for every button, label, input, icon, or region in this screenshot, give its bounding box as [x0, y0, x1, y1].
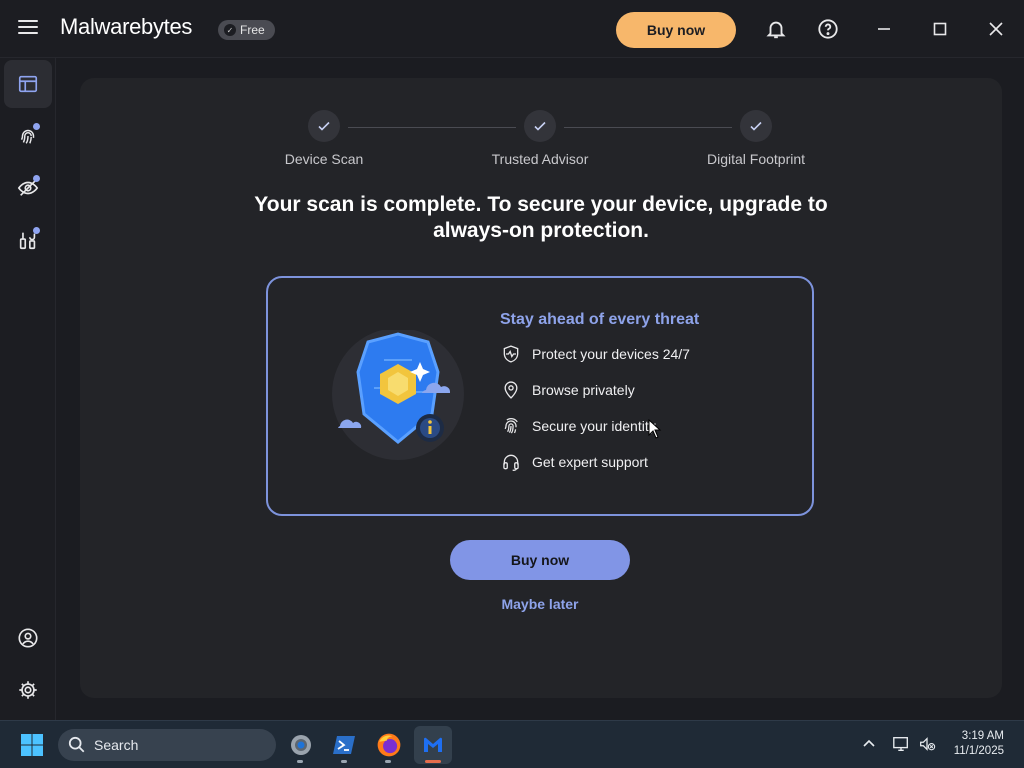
promo-box: Stay ahead of every threat Protect your …	[266, 276, 814, 516]
feature-item: Browse privately	[500, 378, 635, 402]
buy-now-header-button[interactable]: Buy now	[616, 12, 736, 48]
taskbar-clock[interactable]: 3:19 AM 11/1/2025	[954, 729, 1004, 759]
maximize-button[interactable]	[925, 14, 955, 44]
headline-line-1: Your scan is complete. To secure your de…	[254, 193, 828, 216]
check-icon	[534, 121, 546, 131]
feature-item: Secure your identity	[500, 414, 656, 438]
sidebar-item-settings[interactable]	[4, 666, 52, 714]
step-connector	[348, 127, 516, 128]
firefox-icon	[377, 733, 401, 757]
search-icon	[68, 736, 85, 753]
bell-icon[interactable]	[764, 17, 788, 41]
plan-badge-label: Free	[240, 23, 265, 37]
taskbar-search[interactable]: Search	[58, 729, 276, 761]
show-hidden-icons-chevron-icon[interactable]	[858, 733, 880, 755]
feature-item: Get expert support	[500, 450, 648, 474]
hamburger-menu-icon[interactable]	[14, 16, 42, 42]
location-pin-icon	[500, 379, 522, 401]
taskbar-malwarebytes-app[interactable]	[414, 726, 452, 764]
check-icon	[750, 121, 762, 131]
feature-label: Browse privately	[532, 382, 635, 398]
feature-label: Secure your identity	[532, 418, 656, 434]
account-icon	[18, 628, 38, 648]
shield-pulse-icon	[500, 343, 522, 365]
malwarebytes-icon	[424, 737, 442, 752]
sidebar-item-account[interactable]	[4, 614, 52, 662]
headline-line-2: always-on protection.	[433, 219, 649, 242]
sidebar-item-dashboard[interactable]	[4, 60, 52, 108]
sidebar-item-privacy[interactable]	[4, 164, 52, 212]
check-icon: ✓	[224, 24, 236, 36]
step-label: Digital Footprint	[706, 151, 806, 167]
step-connector	[564, 127, 732, 128]
app-logo: Malwarebytes	[60, 14, 193, 39]
close-button[interactable]	[981, 14, 1011, 44]
page-headline: Your scan is complete. To secure your de…	[80, 192, 1002, 244]
clock-date: 11/1/2025	[953, 745, 1004, 757]
maybe-later-link[interactable]: Maybe later	[80, 596, 1000, 612]
mouse-pointer-icon	[648, 419, 662, 439]
upgrade-card: Device Scan Trusted Advisor Digital Foot…	[80, 78, 1002, 698]
dashboard-icon	[18, 75, 38, 93]
step-digital-footprint	[740, 110, 772, 142]
sidebar	[0, 58, 56, 720]
sidebar-item-tools[interactable]	[4, 216, 52, 264]
feature-item: Protect your devices 24/7	[500, 342, 690, 366]
check-icon	[318, 121, 330, 131]
buy-now-button[interactable]: Buy now	[450, 540, 630, 580]
windows-start-icon[interactable]	[20, 733, 44, 757]
settings-gear-icon	[19, 681, 37, 699]
clock-time: 3:19 AM	[961, 730, 1004, 742]
protection-shield-illustration	[332, 330, 464, 460]
step-device-scan	[308, 110, 340, 142]
powershell-icon	[333, 736, 355, 754]
taskbar-settings-app[interactable]	[282, 726, 320, 764]
step-label: Device Scan	[284, 151, 364, 167]
feature-label: Protect your devices 24/7	[532, 346, 690, 362]
plan-badge: ✓ Free	[218, 20, 275, 40]
step-trusted-advisor	[524, 110, 556, 142]
network-icon[interactable]	[890, 733, 912, 755]
volume-muted-icon[interactable]	[916, 733, 938, 755]
title-bar: Malwarebytes ✓ Free Buy now	[0, 0, 1024, 58]
promo-title: Stay ahead of every threat	[500, 311, 700, 328]
settings-app-icon	[291, 735, 311, 755]
headset-icon	[500, 451, 522, 473]
main-content: Device Scan Trusted Advisor Digital Foot…	[56, 58, 1024, 720]
search-placeholder: Search	[94, 737, 139, 753]
help-icon[interactable]	[816, 17, 840, 41]
fingerprint-icon	[500, 415, 522, 437]
sidebar-item-identity[interactable]	[4, 112, 52, 160]
taskbar-firefox-app[interactable]	[370, 726, 408, 764]
progress-stepper: Device Scan Trusted Advisor Digital Foot…	[80, 78, 1002, 198]
feature-label: Get expert support	[532, 454, 648, 470]
minimize-button[interactable]	[869, 14, 899, 44]
step-label: Trusted Advisor	[491, 151, 589, 167]
taskbar-powershell-app[interactable]	[326, 726, 364, 764]
taskbar: Search 3:19 AM 11/1/2025	[0, 720, 1024, 768]
